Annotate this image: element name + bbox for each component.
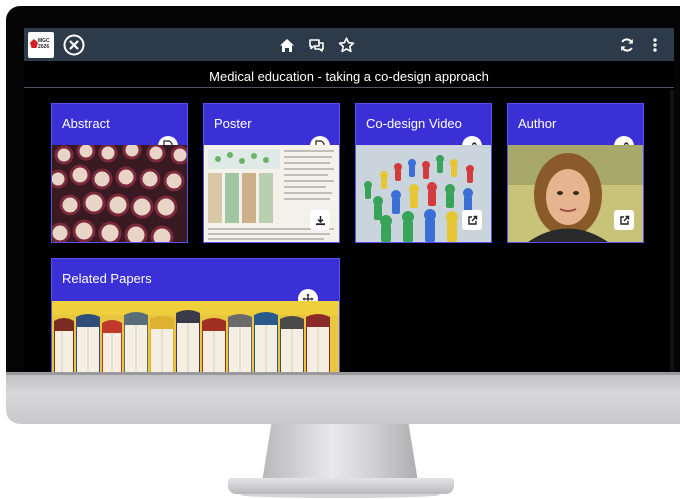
card-author-open-button[interactable] <box>614 210 634 230</box>
home-button[interactable] <box>278 36 296 54</box>
monitor-stand-neck <box>262 424 418 482</box>
external-link-icon <box>619 215 629 225</box>
title-divider <box>24 87 674 88</box>
screen-right-edge <box>670 90 674 372</box>
card-abstract-image <box>52 145 187 242</box>
card-video-open-button[interactable] <box>462 210 482 230</box>
monitor-chin <box>6 372 680 424</box>
app-logo[interactable]: MGC 2026 <box>28 32 54 58</box>
top-toolbar: MGC 2026 <box>24 28 674 61</box>
card-author[interactable]: Author <box>507 103 644 243</box>
monitor-chin-edge <box>6 372 680 375</box>
home-icon <box>280 38 294 52</box>
card-video-label: Co-design Video <box>366 116 462 131</box>
card-related-papers[interactable]: Related Papers <box>51 258 340 372</box>
card-poster-label: Poster <box>214 116 252 131</box>
books-image <box>52 301 339 372</box>
refresh-button[interactable] <box>618 36 636 54</box>
refresh-icon <box>621 38 633 52</box>
more-vertical-icon <box>653 38 657 52</box>
card-poster[interactable]: Poster <box>203 103 340 243</box>
page-title: Medical education - taking a co-design a… <box>209 69 489 84</box>
chat-button[interactable] <box>307 36 325 54</box>
card-related-image <box>52 301 339 372</box>
typewriter-keys-image <box>52 145 187 242</box>
star-icon <box>338 36 355 52</box>
card-author-label: Author <box>518 116 557 131</box>
external-link-icon <box>467 215 477 225</box>
favorite-button[interactable] <box>337 35 356 54</box>
card-related-label: Related Papers <box>62 271 152 286</box>
card-co-design-video[interactable]: Co-design Video <box>355 103 492 243</box>
close-circle-icon <box>63 34 85 56</box>
chat-icon <box>308 38 324 52</box>
card-poster-download-button[interactable] <box>310 210 330 230</box>
download-icon <box>315 215 325 225</box>
card-abstract[interactable]: Abstract <box>51 103 188 243</box>
maple-leaf-icon <box>30 39 38 48</box>
close-button[interactable] <box>62 33 86 57</box>
screen: MGC 2026 Medical education - taking a co… <box>24 28 674 372</box>
more-menu-button[interactable] <box>650 36 660 54</box>
card-abstract-label: Abstract <box>62 116 110 131</box>
logo-text: MGC 2026 <box>38 38 50 50</box>
monitor-stand-base <box>228 478 454 494</box>
